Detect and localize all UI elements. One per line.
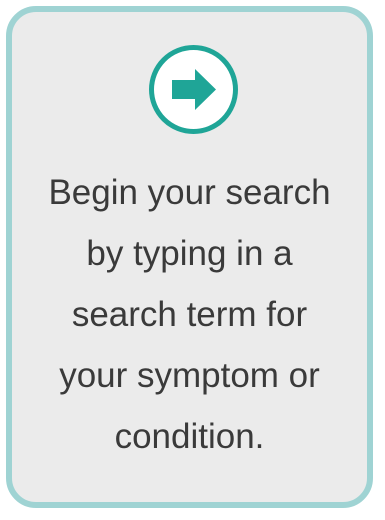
instruction-line-2: by typing in a: [86, 234, 293, 273]
right-arrow-glyph: [172, 69, 216, 110]
instruction-line-3: search term for: [71, 295, 308, 334]
instruction-line-4: your symptom or: [59, 356, 320, 395]
instruction-line-1: Begin your search: [48, 173, 331, 212]
instruction-text: Begin your search by typing in a search …: [12, 162, 367, 467]
right-arrow-icon: [149, 45, 238, 134]
instruction-line-5: condition.: [114, 417, 265, 456]
instruction-card: Begin your search by typing in a search …: [6, 6, 373, 508]
